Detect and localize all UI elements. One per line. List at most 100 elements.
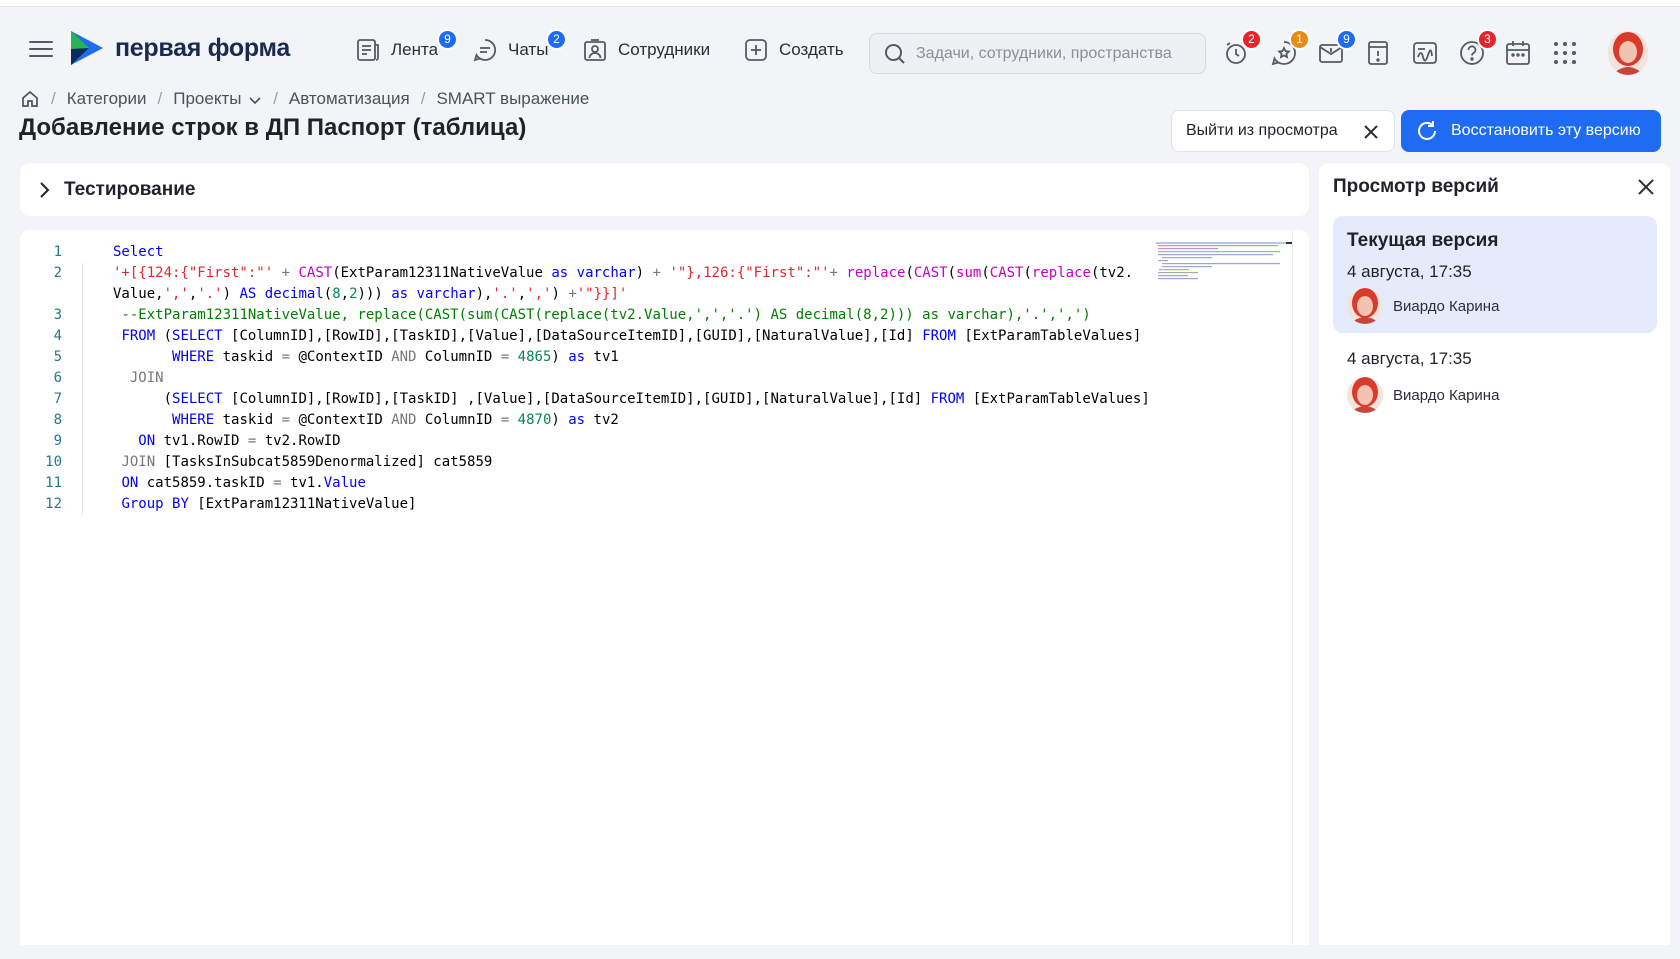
logo[interactable]: первая форма bbox=[69, 28, 290, 68]
search-input[interactable] bbox=[916, 44, 1186, 63]
nav-chats-label: Чаты bbox=[508, 40, 549, 59]
alert-document-icon bbox=[1368, 41, 1388, 65]
breadcrumb-separator: / bbox=[273, 89, 278, 108]
apps-grid-icon bbox=[1554, 42, 1576, 64]
code-line: 9 ON tv1.RowID = tv2.RowID bbox=[20, 431, 1150, 452]
chevron-down-icon bbox=[249, 96, 261, 104]
code-line: 2 '+[{124:{"First":"' + CAST(ExtParam123… bbox=[20, 263, 1150, 305]
mail-badge: 9 bbox=[1336, 29, 1357, 50]
help-tool[interactable]: 3 bbox=[1458, 29, 1498, 67]
line-number: 2 bbox=[53, 265, 62, 281]
line-number: 8 bbox=[53, 412, 62, 428]
author-name: Виардо Карина bbox=[1393, 386, 1500, 404]
home-icon[interactable] bbox=[20, 89, 40, 109]
code-line: 11 ON cat5859.taskID = tv1.Value bbox=[20, 473, 1150, 494]
code-line: 12 Group BY [ExtParam12311NativeValue] bbox=[20, 494, 1150, 515]
top-strip bbox=[0, 0, 1680, 7]
nav-feed-label: Лента bbox=[391, 40, 439, 59]
line-number: 3 bbox=[53, 307, 62, 323]
code-minimap[interactable] bbox=[1156, 242, 1292, 282]
exit-preview-label: Выйти из просмотра bbox=[1186, 122, 1338, 139]
version-date: 4 августа, 17:35 bbox=[1347, 262, 1472, 281]
breadcrumb-automation[interactable]: Автоматизация bbox=[289, 89, 410, 109]
close-icon[interactable] bbox=[1636, 177, 1656, 197]
search-box[interactable] bbox=[869, 33, 1206, 74]
refresh-icon bbox=[1418, 121, 1436, 140]
line-number: 1 bbox=[53, 244, 62, 260]
breadcrumb-separator: / bbox=[51, 89, 56, 108]
line-number: 6 bbox=[53, 370, 62, 386]
signature-tool[interactable] bbox=[1411, 39, 1439, 67]
breadcrumb-projects[interactable]: Проекты bbox=[173, 89, 262, 109]
author-avatar bbox=[1347, 288, 1383, 324]
version-name: Текущая версия bbox=[1347, 230, 1499, 251]
nav-feed[interactable]: Лента 9 bbox=[355, 29, 458, 67]
user-avatar[interactable] bbox=[1608, 31, 1648, 75]
chevron-right-icon bbox=[40, 181, 50, 198]
version-date: 4 августа, 17:35 bbox=[1347, 349, 1472, 368]
version-item-current[interactable]: Текущая версия 4 августа, 17:35 Виардо К… bbox=[1333, 216, 1657, 333]
line-number: 11 bbox=[45, 475, 62, 491]
feed-badge: 9 bbox=[437, 29, 458, 50]
restore-version-button[interactable]: Восстановить эту версию bbox=[1401, 110, 1661, 152]
calendar-tool[interactable] bbox=[1504, 39, 1532, 67]
code-line: 4 FROM (SELECT [ColumnID],[RowID],[TaskI… bbox=[20, 326, 1150, 347]
logo-text: первая форма bbox=[115, 33, 290, 62]
close-icon bbox=[1364, 125, 1378, 139]
line-number: 7 bbox=[53, 391, 62, 407]
author-name: Виардо Карина bbox=[1393, 297, 1500, 315]
code-line: 5 WHERE taskid = @ContextID AND ColumnID… bbox=[20, 347, 1150, 368]
code-line: 3 --ExtParam12311NativeValue, replace(CA… bbox=[20, 305, 1150, 326]
exit-preview-button[interactable]: Выйти из просмотра bbox=[1171, 110, 1395, 152]
version-author: Виардо Карина bbox=[1347, 288, 1499, 324]
employees-icon bbox=[582, 37, 608, 63]
version-item[interactable]: 4 августа, 17:35 Виардо Карина bbox=[1333, 341, 1657, 431]
search-icon bbox=[885, 43, 905, 64]
help-badge: 3 bbox=[1477, 29, 1498, 50]
testing-label: Тестирование bbox=[64, 178, 196, 200]
code-line: 1 Select bbox=[20, 242, 1150, 263]
page-title: Добавление строк в ДП Паспорт (таблица) bbox=[19, 114, 527, 141]
chat-icon bbox=[472, 37, 498, 63]
code-line: 10 JOIN [TasksInSubcat5859Denormalized] … bbox=[20, 452, 1150, 473]
feed-icon bbox=[355, 37, 381, 63]
nav-create[interactable]: Создать bbox=[743, 33, 844, 67]
line-number: 9 bbox=[53, 433, 62, 449]
favorites-tool[interactable]: 1 bbox=[1270, 29, 1310, 67]
logo-icon bbox=[71, 31, 103, 65]
testing-section[interactable]: Тестирование bbox=[20, 163, 1309, 216]
code-line: 8 WHERE taskid = @ContextID AND ColumnID… bbox=[20, 410, 1150, 431]
author-avatar bbox=[1347, 377, 1383, 413]
menu-icon[interactable] bbox=[29, 39, 53, 59]
restore-version-label: Восстановить эту версию bbox=[1451, 122, 1641, 139]
code-line: 7 (SELECT [ColumnID],[RowID],[TaskID] ,[… bbox=[20, 389, 1150, 410]
nav-create-label: Создать bbox=[779, 40, 844, 59]
notices-tool[interactable] bbox=[1364, 39, 1392, 67]
versions-title: Просмотр версий bbox=[1333, 176, 1499, 197]
calendar-icon bbox=[1506, 41, 1530, 65]
nav-chats[interactable]: Чаты 2 bbox=[472, 29, 567, 67]
editor-scrollbar[interactable] bbox=[1292, 230, 1309, 945]
line-number: 5 bbox=[53, 349, 62, 365]
nav-employees[interactable]: Сотрудники bbox=[582, 33, 710, 67]
code-lines: 1 Select 2 '+[{124:{"First":"' + CAST(Ex… bbox=[20, 242, 1150, 515]
breadcrumb-smart-expression[interactable]: SMART выражение bbox=[436, 89, 589, 109]
app-header: первая форма Лента 9 Чаты 2 Сотрудники С… bbox=[0, 7, 1680, 87]
chats-badge: 2 bbox=[546, 29, 567, 50]
code-editor[interactable]: 1 Select 2 '+[{124:{"First":"' + CAST(Ex… bbox=[20, 230, 1309, 945]
reminders-tool[interactable]: 2 bbox=[1222, 29, 1262, 67]
breadcrumb-separator: / bbox=[420, 89, 426, 108]
breadcrumb-separator: / bbox=[157, 89, 163, 108]
favorites-badge: 1 bbox=[1289, 29, 1310, 50]
line-number: 10 bbox=[45, 454, 62, 470]
nav-employees-label: Сотрудники bbox=[618, 40, 711, 59]
mail-tool[interactable]: 9 bbox=[1317, 29, 1357, 67]
reminders-badge: 2 bbox=[1241, 29, 1262, 50]
version-author: Виардо Карина bbox=[1347, 377, 1499, 413]
plus-icon bbox=[743, 37, 769, 63]
code-line: 6 JOIN bbox=[20, 368, 1150, 389]
line-number: 12 bbox=[45, 496, 62, 512]
line-number: 4 bbox=[53, 328, 62, 344]
apps-tool[interactable] bbox=[1551, 39, 1579, 67]
breadcrumb-categories[interactable]: Категории bbox=[67, 89, 147, 109]
